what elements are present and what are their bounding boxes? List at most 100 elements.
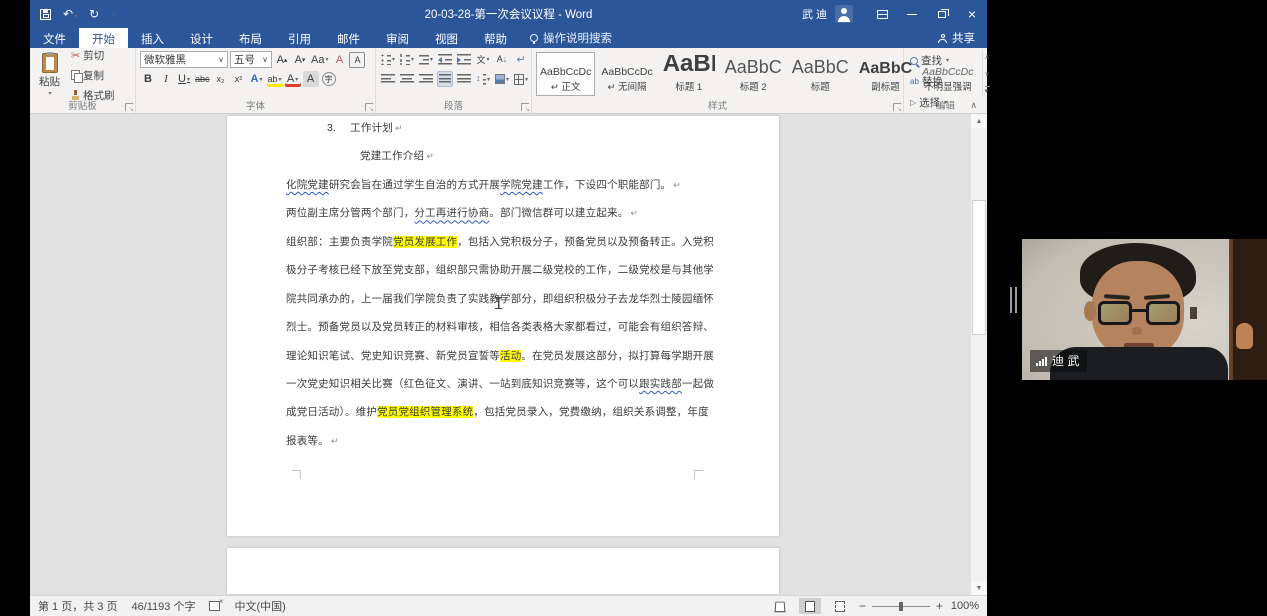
tab-设计[interactable]: 设计 — [177, 28, 226, 48]
proofing-icon[interactable] — [209, 601, 220, 611]
scrollbar-thumb[interactable] — [972, 200, 986, 335]
zoom-level[interactable]: 100% — [951, 600, 979, 612]
align-right-button[interactable] — [418, 71, 434, 87]
bold-button[interactable]: B — [140, 71, 156, 87]
save-icon[interactable] — [40, 9, 51, 20]
read-mode-button[interactable] — [769, 598, 791, 614]
superscript-button[interactable]: x² — [231, 71, 247, 87]
find-button[interactable]: 查找▾ — [908, 52, 951, 69]
language-status[interactable]: 中文(中国) — [234, 598, 285, 614]
tab-文件[interactable]: 文件 — [30, 28, 79, 48]
document-line-6[interactable]: 极分子考核已经下放至党支部，组织部只需协助开展二级党校的工作，二级党校是与其他学 — [227, 262, 779, 290]
tab-视图[interactable]: 视图 — [422, 28, 471, 48]
document-line-9[interactable]: 理论知识笔试、党史知识竞赛、新党员宣誓等活动。在党员发展这部分，拟打算每学期开展 — [227, 348, 779, 376]
collapse-ribbon-icon[interactable]: ∧ — [970, 100, 977, 111]
undo-dropdown-icon[interactable]: ▾ — [74, 14, 77, 20]
align-center-button[interactable] — [399, 71, 415, 87]
borders-button[interactable]: ▾ — [513, 71, 529, 87]
document-line-2[interactable]: 党建工作介绍↵ — [227, 148, 779, 176]
enclose-characters-button[interactable]: 字 — [321, 71, 337, 87]
replace-button[interactable]: ab替换 — [908, 73, 951, 90]
styles-dialog-launcher[interactable] — [893, 103, 901, 111]
numbering-button[interactable]: ▾ — [399, 51, 415, 67]
qat-customize-icon[interactable]: ▾ — [112, 11, 115, 18]
overlay-drag-handle[interactable] — [1010, 287, 1017, 313]
justify-button[interactable] — [437, 71, 453, 87]
tell-me-box[interactable]: 操作说明搜索 — [520, 28, 622, 48]
close-button[interactable]: × — [957, 0, 987, 28]
bullets-button[interactable]: ▾ — [380, 51, 396, 67]
minimize-button[interactable] — [897, 0, 927, 28]
document-line-7[interactable]: 院共同承办的，上一届我们学院负责了实践教学部分，即组织积极分子去龙华烈士陵园缅怀 — [227, 291, 779, 319]
cut-button[interactable]: ✂剪切 — [69, 47, 117, 64]
style-无间隔[interactable]: AaBbCcDc↵ 无间隔 — [597, 52, 656, 96]
shrink-font-button[interactable]: A▾ — [292, 52, 308, 68]
style-标题 1[interactable]: AaBbC标题 1 — [659, 52, 719, 96]
document-page-1[interactable]: 3.工作计划↵党建工作介绍↵化院党建研究会旨在通过学生自治的方式开展学院党建工作… — [227, 116, 779, 536]
subscript-button[interactable]: x₂ — [213, 71, 229, 87]
tab-审阅[interactable]: 审阅 — [373, 28, 422, 48]
document-line-10[interactable]: 一次党史知识相关比赛（红色征文、演讲、一站到底知识竞赛等，这个可以跟实践部一起做 — [227, 376, 779, 404]
text-effects-button[interactable]: A▾ — [249, 71, 265, 87]
document-line-11[interactable]: 成党日活动）。维护党员党组织管理系统，包括党员录入，党费缴纳，组织关系调整，年度 — [227, 404, 779, 432]
tab-引用[interactable]: 引用 — [275, 28, 324, 48]
paragraph-dialog-launcher[interactable] — [521, 103, 529, 111]
scroll-down-icon[interactable]: ▼ — [971, 581, 987, 595]
tab-插入[interactable]: 插入 — [128, 28, 177, 48]
style-标题 2[interactable]: AaBbC标题 2 — [721, 52, 786, 96]
document-line-8[interactable]: 烈士。预备党员以及党员转正的材料审核，相信各类表格大家都看过，可能会有组织答辩、 — [227, 319, 779, 347]
share-button[interactable]: 共享 — [930, 28, 983, 48]
distribute-button[interactable] — [456, 71, 472, 87]
web-layout-button[interactable] — [829, 598, 851, 614]
line-spacing-button[interactable]: ▾ — [475, 71, 491, 87]
sort-button[interactable]: A↓ — [494, 51, 510, 67]
tab-开始[interactable]: 开始 — [79, 28, 128, 48]
user-avatar[interactable] — [835, 5, 853, 23]
document-line-5[interactable]: 组织部：主要负责学院党员发展工作，包括入党积极分子，预备党员以及预备转正。入党积 — [227, 234, 779, 262]
multilevel-list-button[interactable]: ▾ — [418, 51, 434, 67]
document-line-1[interactable]: 3.工作计划↵ — [227, 120, 779, 148]
document-line-4[interactable]: 两位副主席分管两个部门，分工再进行协商。部门微信群可以建立起来。↵ — [227, 205, 779, 233]
strikethrough-button[interactable]: abc — [194, 71, 211, 87]
zoom-slider-thumb[interactable] — [899, 602, 903, 611]
show-hide-marks-button[interactable]: ↵ — [513, 51, 529, 67]
zoom-out-icon[interactable]: − — [859, 599, 866, 613]
tab-邮件[interactable]: 邮件 — [324, 28, 373, 48]
tab-布局[interactable]: 布局 — [226, 28, 275, 48]
clipboard-dialog-launcher[interactable] — [125, 103, 133, 111]
document-line-12[interactable]: 报表等。↵ — [227, 433, 779, 461]
style-标题[interactable]: AaBbC标题 — [788, 52, 853, 96]
paste-dropdown-icon[interactable]: ▾ — [48, 90, 51, 97]
tab-帮助[interactable]: 帮助 — [471, 28, 520, 48]
redo-icon[interactable]: ↻ — [89, 7, 99, 21]
italic-button[interactable]: I — [158, 71, 174, 87]
character-shading-button[interactable]: A — [303, 71, 319, 87]
scroll-up-icon[interactable]: ▲ — [971, 114, 987, 128]
asian-layout-button[interactable]: 文▾ — [475, 51, 491, 67]
paste-button[interactable]: 粘贴 ▾ — [34, 51, 65, 99]
character-border-button[interactable]: A — [349, 52, 365, 68]
undo-icon[interactable]: ↶▾ — [63, 7, 77, 21]
zoom-slider[interactable] — [872, 606, 930, 607]
font-name-select[interactable]: 微软雅黑∨ — [140, 51, 228, 68]
phonetic-guide-button[interactable]: A — [331, 52, 347, 68]
word-count[interactable]: 46/1193 个字 — [131, 598, 195, 614]
style-正文[interactable]: AaBbCcDc↵ 正文 — [536, 52, 595, 96]
ribbon-display-options-button[interactable] — [867, 0, 897, 28]
webcam-video[interactable]: 迪 武 — [1022, 239, 1267, 380]
vertical-scrollbar[interactable]: ▲ ▼ — [970, 114, 987, 595]
shading-button[interactable]: ▾ — [494, 71, 510, 87]
font-dialog-launcher[interactable] — [365, 103, 373, 111]
copy-button[interactable]: 复制 — [69, 67, 117, 84]
increase-indent-button[interactable] — [456, 51, 472, 67]
document-line-3[interactable]: 化院党建研究会旨在通过学生自治的方式开展学院党建工作，下设四个职能部门。↵ — [227, 177, 779, 205]
grow-font-button[interactable]: A▴ — [274, 52, 290, 68]
document-page-2[interactable] — [227, 548, 779, 594]
font-size-select[interactable]: 五号∨ — [230, 51, 272, 68]
page-status[interactable]: 第 1 页，共 3 页 — [38, 598, 117, 614]
print-layout-button[interactable] — [799, 598, 821, 614]
decrease-indent-button[interactable] — [437, 51, 453, 67]
underline-button[interactable]: U▾ — [176, 71, 192, 87]
text-highlight-button[interactable]: ab▾ — [267, 71, 283, 87]
change-case-button[interactable]: Aa▾ — [310, 52, 329, 68]
